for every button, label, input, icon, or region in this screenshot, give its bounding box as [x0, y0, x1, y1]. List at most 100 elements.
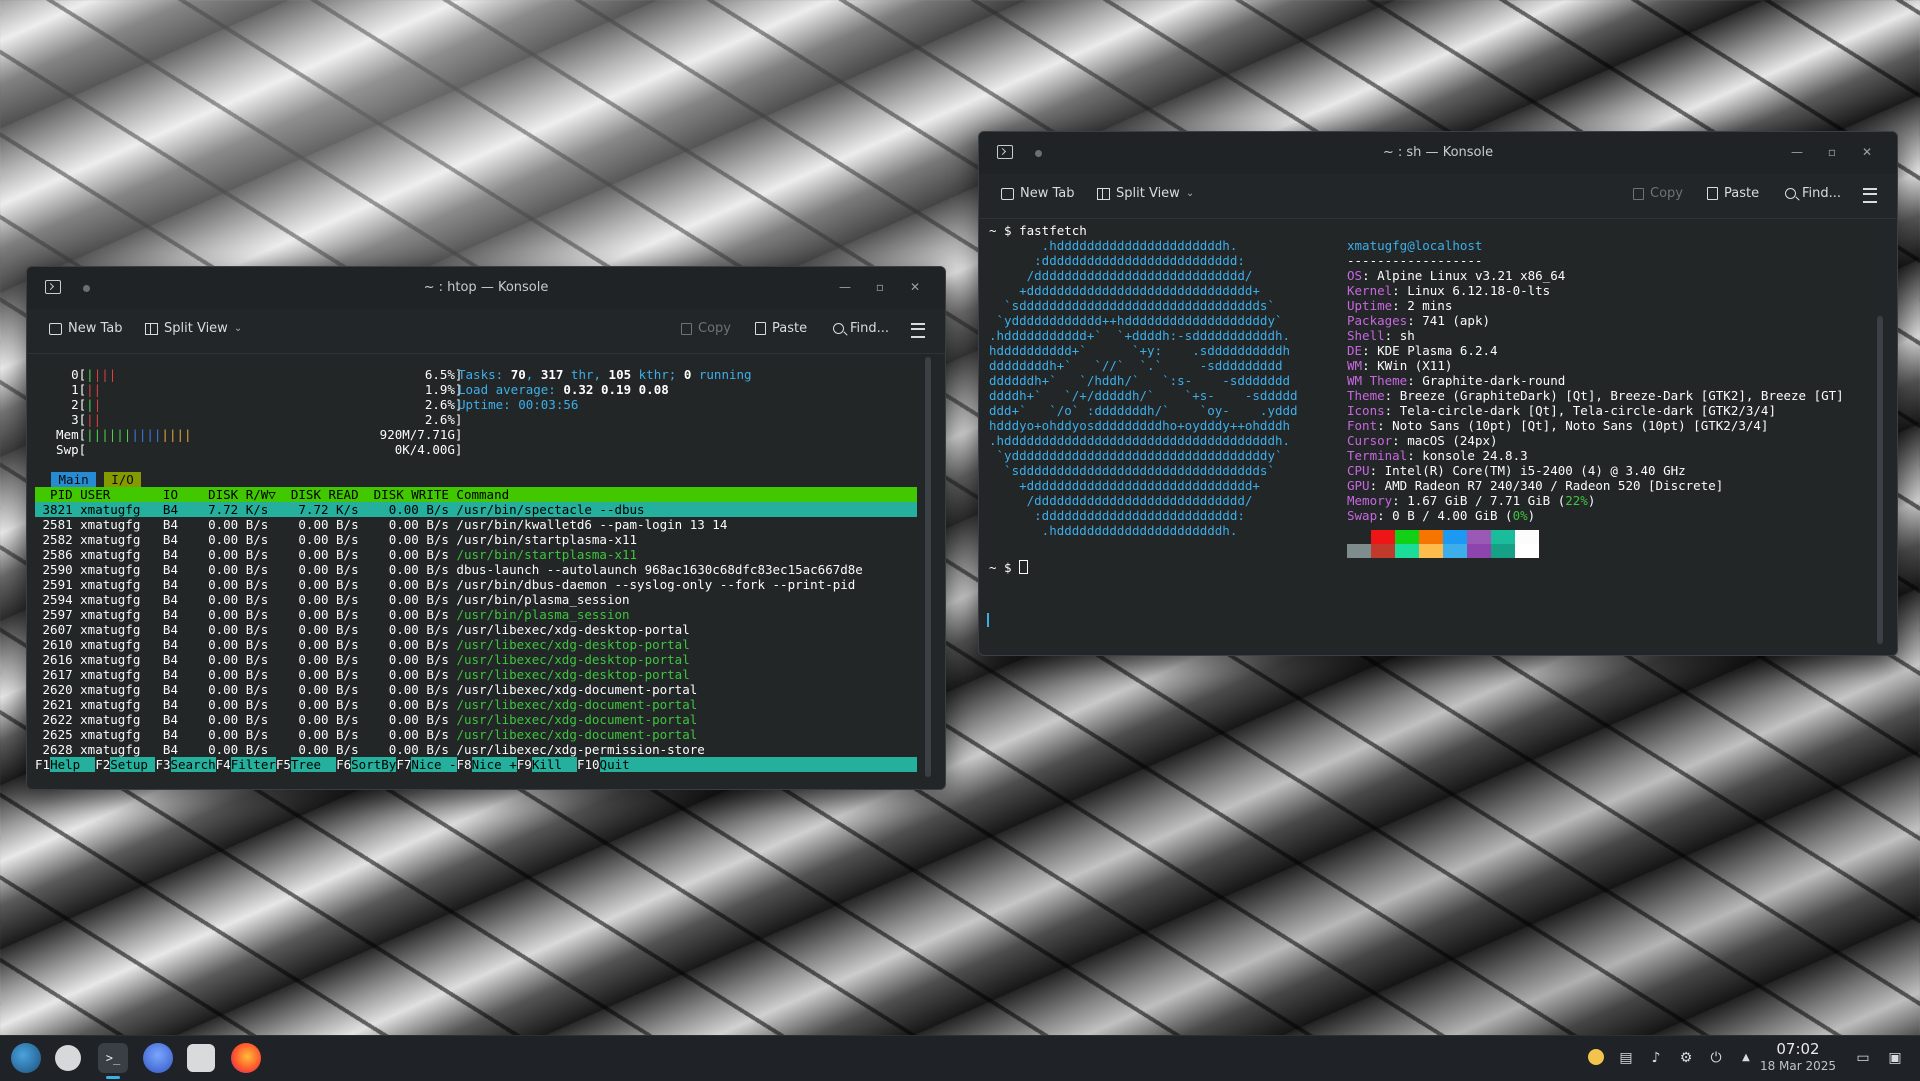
table-row[interactable]: 2616 xmatugfg B4 0.00 B/s 0.00 B/s 0.00 … — [35, 652, 917, 667]
application-launcher-icon[interactable] — [11, 1043, 41, 1073]
hamburger-menu-button[interactable] — [1863, 188, 1877, 203]
find-button[interactable]: Find... — [833, 321, 889, 336]
dolphin-icon[interactable] — [187, 1044, 215, 1072]
scrollbar[interactable] — [1877, 316, 1883, 644]
split-view-label: Split View — [1116, 186, 1180, 201]
separator-line: ------------------ — [1347, 253, 1483, 268]
split-view-button[interactable]: Split View ⌄ — [145, 321, 242, 336]
konsole-htop-window[interactable]: ~ : htop — Konsole — ▫ ✕ New Tab Split V… — [26, 266, 946, 790]
new-tab-button[interactable]: New Tab — [49, 321, 123, 336]
window-titlebar[interactable]: ~ : htop — Konsole — ▫ ✕ — [27, 267, 945, 309]
maximize-icon[interactable]: ▫ — [872, 279, 888, 295]
table-row[interactable]: 2591 xmatugfg B4 0.00 B/s 0.00 B/s 0.00 … — [35, 577, 917, 592]
find-label: Find... — [1802, 186, 1842, 201]
paste-button[interactable]: Paste — [1707, 186, 1759, 201]
paste-button[interactable]: Paste — [755, 321, 807, 336]
table-row[interactable]: 2590 xmatugfg B4 0.00 B/s 0.00 B/s 0.00 … — [35, 562, 917, 577]
system-settings-icon[interactable] — [55, 1045, 81, 1071]
chevron-down-icon[interactable]: ⌄ — [1186, 188, 1194, 199]
htop-tabs: Main I/O — [51, 472, 142, 487]
htop-terminal[interactable]: 0[|||| 6.5%] 1[|| 1.9%] 2[|| 2.6%] 3[|| — [33, 355, 933, 783]
info-row: Theme: Breeze (GraphiteDark) [Qt], Breez… — [1347, 388, 1844, 403]
table-row[interactable]: 2610 xmatugfg B4 0.00 B/s 0.00 B/s 0.00 … — [35, 637, 917, 652]
close-icon[interactable]: ✕ — [1859, 144, 1875, 160]
process-list: 3821 xmatugfg B4 7.72 K/s 7.72 K/s 0.00 … — [35, 502, 917, 757]
window-title: ~ : htop — Konsole — [423, 280, 549, 295]
hamburger-menu-button[interactable] — [911, 323, 925, 338]
copy-icon — [1633, 187, 1644, 200]
firefox-icon[interactable] — [231, 1043, 261, 1073]
table-row[interactable]: 2582 xmatugfg B4 0.00 B/s 0.00 B/s 0.00 … — [35, 532, 917, 547]
clock-time[interactable]: 07:02 — [1763, 1040, 1833, 1058]
table-row[interactable]: 2597 xmatugfg B4 0.00 B/s 0.00 B/s 0.00 … — [35, 607, 917, 622]
find-button[interactable]: Find... — [1785, 186, 1841, 201]
info-row: Packages: 741 (apk) — [1347, 313, 1491, 328]
search-icon — [833, 323, 844, 334]
process-table: PID USER IO DISK R/W▽ DISK READ DISK WRI… — [35, 487, 917, 772]
htop-summary: Tasks: 70, 317 thr, 105 kthr; 0 running … — [458, 367, 752, 412]
new-tab-button[interactable]: New Tab — [1001, 186, 1075, 201]
maximize-icon[interactable]: ▫ — [1824, 144, 1840, 160]
volume-icon[interactable]: ♪ — [1647, 1049, 1665, 1067]
night-color-icon[interactable] — [1587, 1049, 1605, 1067]
palette-swatch — [1347, 544, 1371, 558]
window-titlebar[interactable]: ~ : sh — Konsole — ▫ ✕ — [979, 132, 1897, 174]
copy-label: Copy — [698, 321, 731, 336]
table-row[interactable]: 2625 xmatugfg B4 0.00 B/s 0.00 B/s 0.00 … — [35, 727, 917, 742]
palette-swatch — [1419, 544, 1443, 558]
table-row[interactable]: 2628 xmatugfg B4 0.00 B/s 0.00 B/s 0.00 … — [35, 742, 917, 757]
konsole-toolbar: New Tab Split View ⌄ Copy Paste Find... — [27, 309, 945, 354]
minimize-icon[interactable]: — — [1789, 144, 1805, 160]
konsole-taskbar-icon[interactable]: >_ — [98, 1043, 128, 1073]
power-icon[interactable]: ⏻ — [1707, 1049, 1725, 1067]
tab-main[interactable]: Main — [51, 472, 97, 487]
split-view-label: Split View — [164, 321, 228, 336]
clipboard-icon[interactable]: ▤ — [1617, 1049, 1635, 1067]
copy-icon — [681, 322, 692, 335]
table-row[interactable]: 2617 xmatugfg B4 0.00 B/s 0.00 B/s 0.00 … — [35, 667, 917, 682]
new-tab-icon — [49, 322, 62, 335]
cpu-meter-block: 0[|||| 6.5%] 1[|| 1.9%] 2[|| 2.6%] 3[|| — [41, 367, 463, 457]
paste-label: Paste — [772, 321, 808, 336]
tab-io[interactable]: I/O — [103, 472, 142, 487]
fastfetch-info-list: OS: Alpine Linux v3.21 x86_64 Kernel: Lin… — [1347, 268, 1844, 523]
table-row[interactable]: 2620 xmatugfg B4 0.00 B/s 0.00 B/s 0.00 … — [35, 682, 917, 697]
chevron-down-icon[interactable]: ⌄ — [234, 323, 242, 334]
sh-terminal[interactable]: ~ $ fastfetch .hddddddddddddddddddddddh.… — [985, 220, 1885, 650]
info-row: Shell: sh — [1347, 328, 1415, 343]
fastfetch-info: xmatugfg@localhost ------------------ OS… — [1347, 238, 1844, 558]
scrollbar[interactable] — [925, 357, 931, 777]
info-row: OS: Alpine Linux v3.21 x86_64 — [1347, 268, 1566, 283]
split-view-button[interactable]: Split View ⌄ — [1097, 186, 1194, 201]
clock-date[interactable]: 18 Mar 2025 — [1758, 1059, 1838, 1073]
palette-swatch — [1467, 530, 1491, 544]
close-icon[interactable]: ✕ — [907, 279, 923, 295]
discover-icon[interactable] — [143, 1043, 173, 1073]
minimize-icon[interactable]: — — [837, 279, 853, 295]
menu-icon — [911, 323, 925, 338]
terminal-tray-icon[interactable]: ▣ — [1886, 1049, 1904, 1067]
info-row: WM Theme: Graphite-dark-round — [1347, 373, 1566, 388]
table-row[interactable]: 2622 xmatugfg B4 0.00 B/s 0.00 B/s 0.00 … — [35, 712, 917, 727]
info-row: Terminal: konsole 24.8.3 — [1347, 448, 1528, 463]
copy-label: Copy — [1650, 186, 1683, 201]
table-row[interactable]: 2586 xmatugfg B4 0.00 B/s 0.00 B/s 0.00 … — [35, 547, 917, 562]
copy-button[interactable]: Copy — [1633, 186, 1683, 201]
table-row[interactable]: 2607 xmatugfg B4 0.00 B/s 0.00 B/s 0.00 … — [35, 622, 917, 637]
palette-swatch — [1419, 530, 1443, 544]
info-row: DE: KDE Plasma 6.2.4 — [1347, 343, 1498, 358]
table-row[interactable]: 2621 xmatugfg B4 0.00 B/s 0.00 B/s 0.00 … — [35, 697, 917, 712]
table-row[interactable]: 2581 xmatugfg B4 0.00 B/s 0.00 B/s 0.00 … — [35, 517, 917, 532]
table-row[interactable]: 3821 xmatugfg B4 7.72 K/s 7.72 K/s 0.00 … — [35, 502, 917, 517]
copy-button[interactable]: Copy — [681, 321, 731, 336]
konsole-sh-window[interactable]: ~ : sh — Konsole — ▫ ✕ New Tab Split Vie… — [978, 131, 1898, 656]
table-row[interactable]: 2594 xmatugfg B4 0.00 B/s 0.00 B/s 0.00 … — [35, 592, 917, 607]
palette-swatch — [1443, 544, 1467, 558]
show-desktop-icon[interactable]: ▭ — [1854, 1049, 1872, 1067]
new-tab-label: New Tab — [68, 321, 123, 336]
expand-tray-icon[interactable]: ▲ — [1737, 1049, 1755, 1067]
window-title: ~ : sh — Konsole — [1382, 145, 1494, 160]
paste-icon — [1707, 187, 1718, 200]
network-icon[interactable]: ⚙ — [1677, 1049, 1695, 1067]
active-task-indicator — [106, 1076, 120, 1079]
